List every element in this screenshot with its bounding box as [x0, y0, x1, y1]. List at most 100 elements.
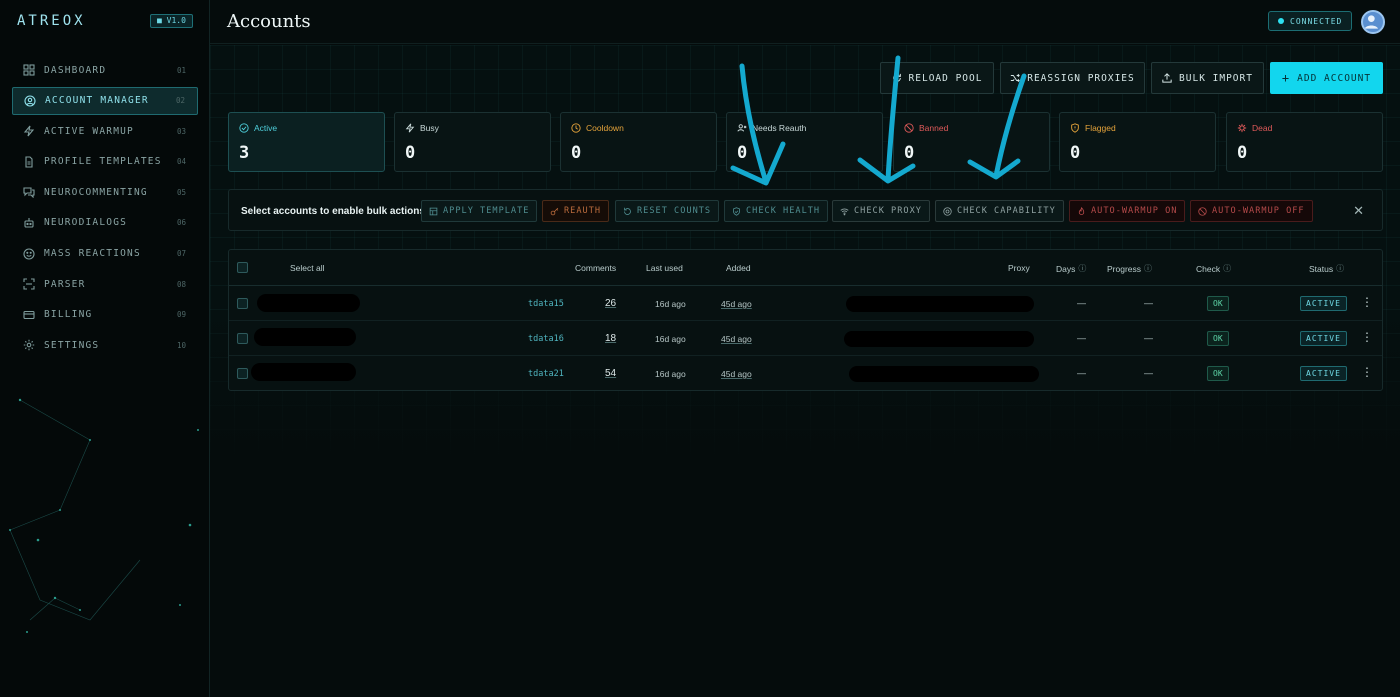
check-capability-label: CHECK CAPABILITY [957, 206, 1056, 216]
added-date: 45d ago [721, 334, 752, 344]
network-decoration [9, 398, 199, 633]
sidebar-item-label: ACTIVE WARMUP [44, 125, 134, 137]
redacted-proxy [844, 331, 1034, 347]
info-icon: ⓘ [1336, 264, 1345, 273]
stat-label: Busy [420, 123, 439, 133]
skull-icon [1237, 123, 1247, 133]
add-account-button[interactable]: + ADD ACCOUNT [1270, 62, 1383, 94]
reauth-button[interactable]: REAUTH [542, 200, 610, 222]
stat-card-flagged[interactable]: Flagged 0 [1059, 112, 1216, 172]
bulk-actions-bar: Select accounts to enable bulk actions A… [228, 189, 1383, 231]
sidebar-item-profile-templates[interactable]: PROFILE TEMPLATES 04 [12, 148, 198, 176]
stat-card-needs-reauth[interactable]: Needs Reauth 0 [726, 112, 883, 172]
comments-count[interactable]: 54 [605, 368, 616, 379]
table-row[interactable]: tdata21 54 16d ago 45d ago — — OK ACTIVE… [229, 356, 1382, 391]
sidebar-item-number: 03 [176, 126, 186, 136]
bolt-icon [405, 123, 415, 133]
more-options-icon[interactable]: ⋮ [1361, 331, 1373, 343]
select-all-checkbox[interactable] [237, 262, 248, 273]
auto-warmup-on-button[interactable]: AUTO-WARMUP ON [1069, 200, 1186, 222]
stat-card-banned[interactable]: Banned 0 [893, 112, 1050, 172]
sidebar-item-number: 05 [176, 187, 186, 197]
redacted-proxy [846, 296, 1034, 312]
sidebar-item-dashboard[interactable]: DASHBOARD 01 [12, 56, 198, 84]
top-header: Accounts CONNECTED [210, 0, 1400, 44]
check-proxy-label: CHECK PROXY [854, 206, 922, 216]
gear-icon [23, 340, 35, 351]
avatar[interactable] [1361, 10, 1385, 34]
refresh-icon [892, 73, 901, 82]
sidebar-nav: DASHBOARD 01 ACCOUNT MANAGER 02 ACTIVE W… [12, 56, 198, 362]
row-checkbox[interactable] [237, 298, 248, 309]
sidebar-item-parser[interactable]: PARSER 08 [12, 270, 198, 298]
apply-template-button[interactable]: APPLY TEMPLATE [421, 200, 538, 222]
comments-count[interactable]: 26 [605, 298, 616, 309]
stat-card-active[interactable]: Active 3 [228, 112, 385, 172]
session-name: tdata16 [528, 334, 564, 344]
check-capability-button[interactable]: CHECK CAPABILITY [935, 200, 1064, 222]
accounts-table: Select all Comments Last used Added Prox… [228, 249, 1383, 391]
reset-counts-button[interactable]: RESET COUNTS [615, 200, 720, 222]
stat-card-header: Needs Reauth [737, 123, 806, 133]
stat-card-header: Flagged [1070, 123, 1116, 133]
header-select-all: Select all [290, 263, 325, 273]
user-circle-icon [24, 95, 36, 107]
bulk-import-button[interactable]: BULK IMPORT [1151, 62, 1264, 94]
check-health-button[interactable]: CHECK HEALTH [724, 200, 829, 222]
check-badge: OK [1207, 366, 1229, 381]
sidebar-item-neurodialogs[interactable]: NEURODIALOGS 06 [12, 209, 198, 237]
info-icon: ⓘ [1223, 264, 1232, 273]
header-last-used[interactable]: Last used [646, 263, 683, 273]
sidebar-item-neurocommenting[interactable]: NEUROCOMMENTING 05 [12, 178, 198, 206]
header-days[interactable]: Days ⓘ [1056, 263, 1086, 274]
brand-logo: ATREOX [17, 13, 86, 29]
template-icon [429, 207, 438, 215]
row-checkbox[interactable] [237, 333, 248, 344]
header-days-label: Days [1056, 263, 1076, 274]
sidebar-item-settings[interactable]: SETTINGS 10 [12, 331, 198, 359]
sidebar-item-billing[interactable]: BILLING 09 [12, 301, 198, 329]
stat-card-dead[interactable]: Dead 0 [1226, 112, 1383, 172]
sidebar-item-active-warmup[interactable]: ACTIVE WARMUP 03 [12, 117, 198, 145]
comments-count[interactable]: 18 [605, 333, 616, 344]
added-date: 45d ago [721, 369, 752, 379]
sidebar-item-account-manager[interactable]: ACCOUNT MANAGER 02 [12, 86, 198, 115]
header-comments[interactable]: Comments [575, 263, 616, 273]
sidebar-item-label: PARSER [44, 278, 86, 290]
days-value: — [1077, 298, 1086, 308]
user-avatar-icon [1364, 15, 1378, 29]
table-row[interactable]: tdata16 18 16d ago 45d ago — — OK ACTIVE… [229, 321, 1382, 356]
stat-value: 0 [904, 143, 915, 163]
header-check-label: Check [1196, 263, 1221, 274]
user-x-icon [737, 124, 747, 132]
header-check[interactable]: Check ⓘ [1196, 263, 1231, 274]
table-row[interactable]: tdata15 26 16d ago 45d ago — — OK ACTIVE… [229, 286, 1382, 321]
header-status[interactable]: Status ⓘ [1309, 263, 1344, 274]
sidebar-item-number: 08 [176, 279, 186, 289]
reload-pool-button[interactable]: RELOAD POOL [880, 62, 994, 94]
clock-icon [571, 123, 581, 133]
header-progress[interactable]: Progress ⓘ [1107, 263, 1152, 274]
close-icon[interactable]: ✕ [1353, 203, 1364, 219]
sidebar-item-number: 10 [176, 340, 186, 350]
stat-card-busy[interactable]: Busy 0 [394, 112, 551, 172]
check-proxy-button[interactable]: CHECK PROXY [832, 200, 930, 222]
row-checkbox[interactable] [237, 368, 248, 379]
header-proxy[interactable]: Proxy [1008, 263, 1030, 273]
auto-warmup-on-label: AUTO-WARMUP ON [1091, 206, 1178, 216]
header-progress-label: Progress [1107, 263, 1142, 274]
sidebar-item-mass-reactions[interactable]: MASS REACTIONS 07 [12, 240, 198, 268]
sidebar-item-number: 01 [176, 65, 186, 75]
check-badge: OK [1207, 296, 1229, 311]
stat-card-cooldown[interactable]: Cooldown 0 [560, 112, 717, 172]
card-icon [23, 310, 35, 319]
more-options-icon[interactable]: ⋮ [1361, 366, 1373, 378]
more-options-icon[interactable]: ⋮ [1361, 296, 1373, 308]
reassign-proxies-button[interactable]: REASSIGN PROXIES [1000, 62, 1145, 94]
auto-warmup-off-button[interactable]: AUTO-WARMUP OFF [1190, 200, 1313, 222]
shuffle-icon [1011, 73, 1021, 83]
reset-counts-label: RESET COUNTS [637, 206, 712, 216]
progress-value: — [1144, 333, 1153, 343]
header-added[interactable]: Added [726, 263, 751, 273]
connection-status-badge: CONNECTED [1268, 11, 1353, 31]
